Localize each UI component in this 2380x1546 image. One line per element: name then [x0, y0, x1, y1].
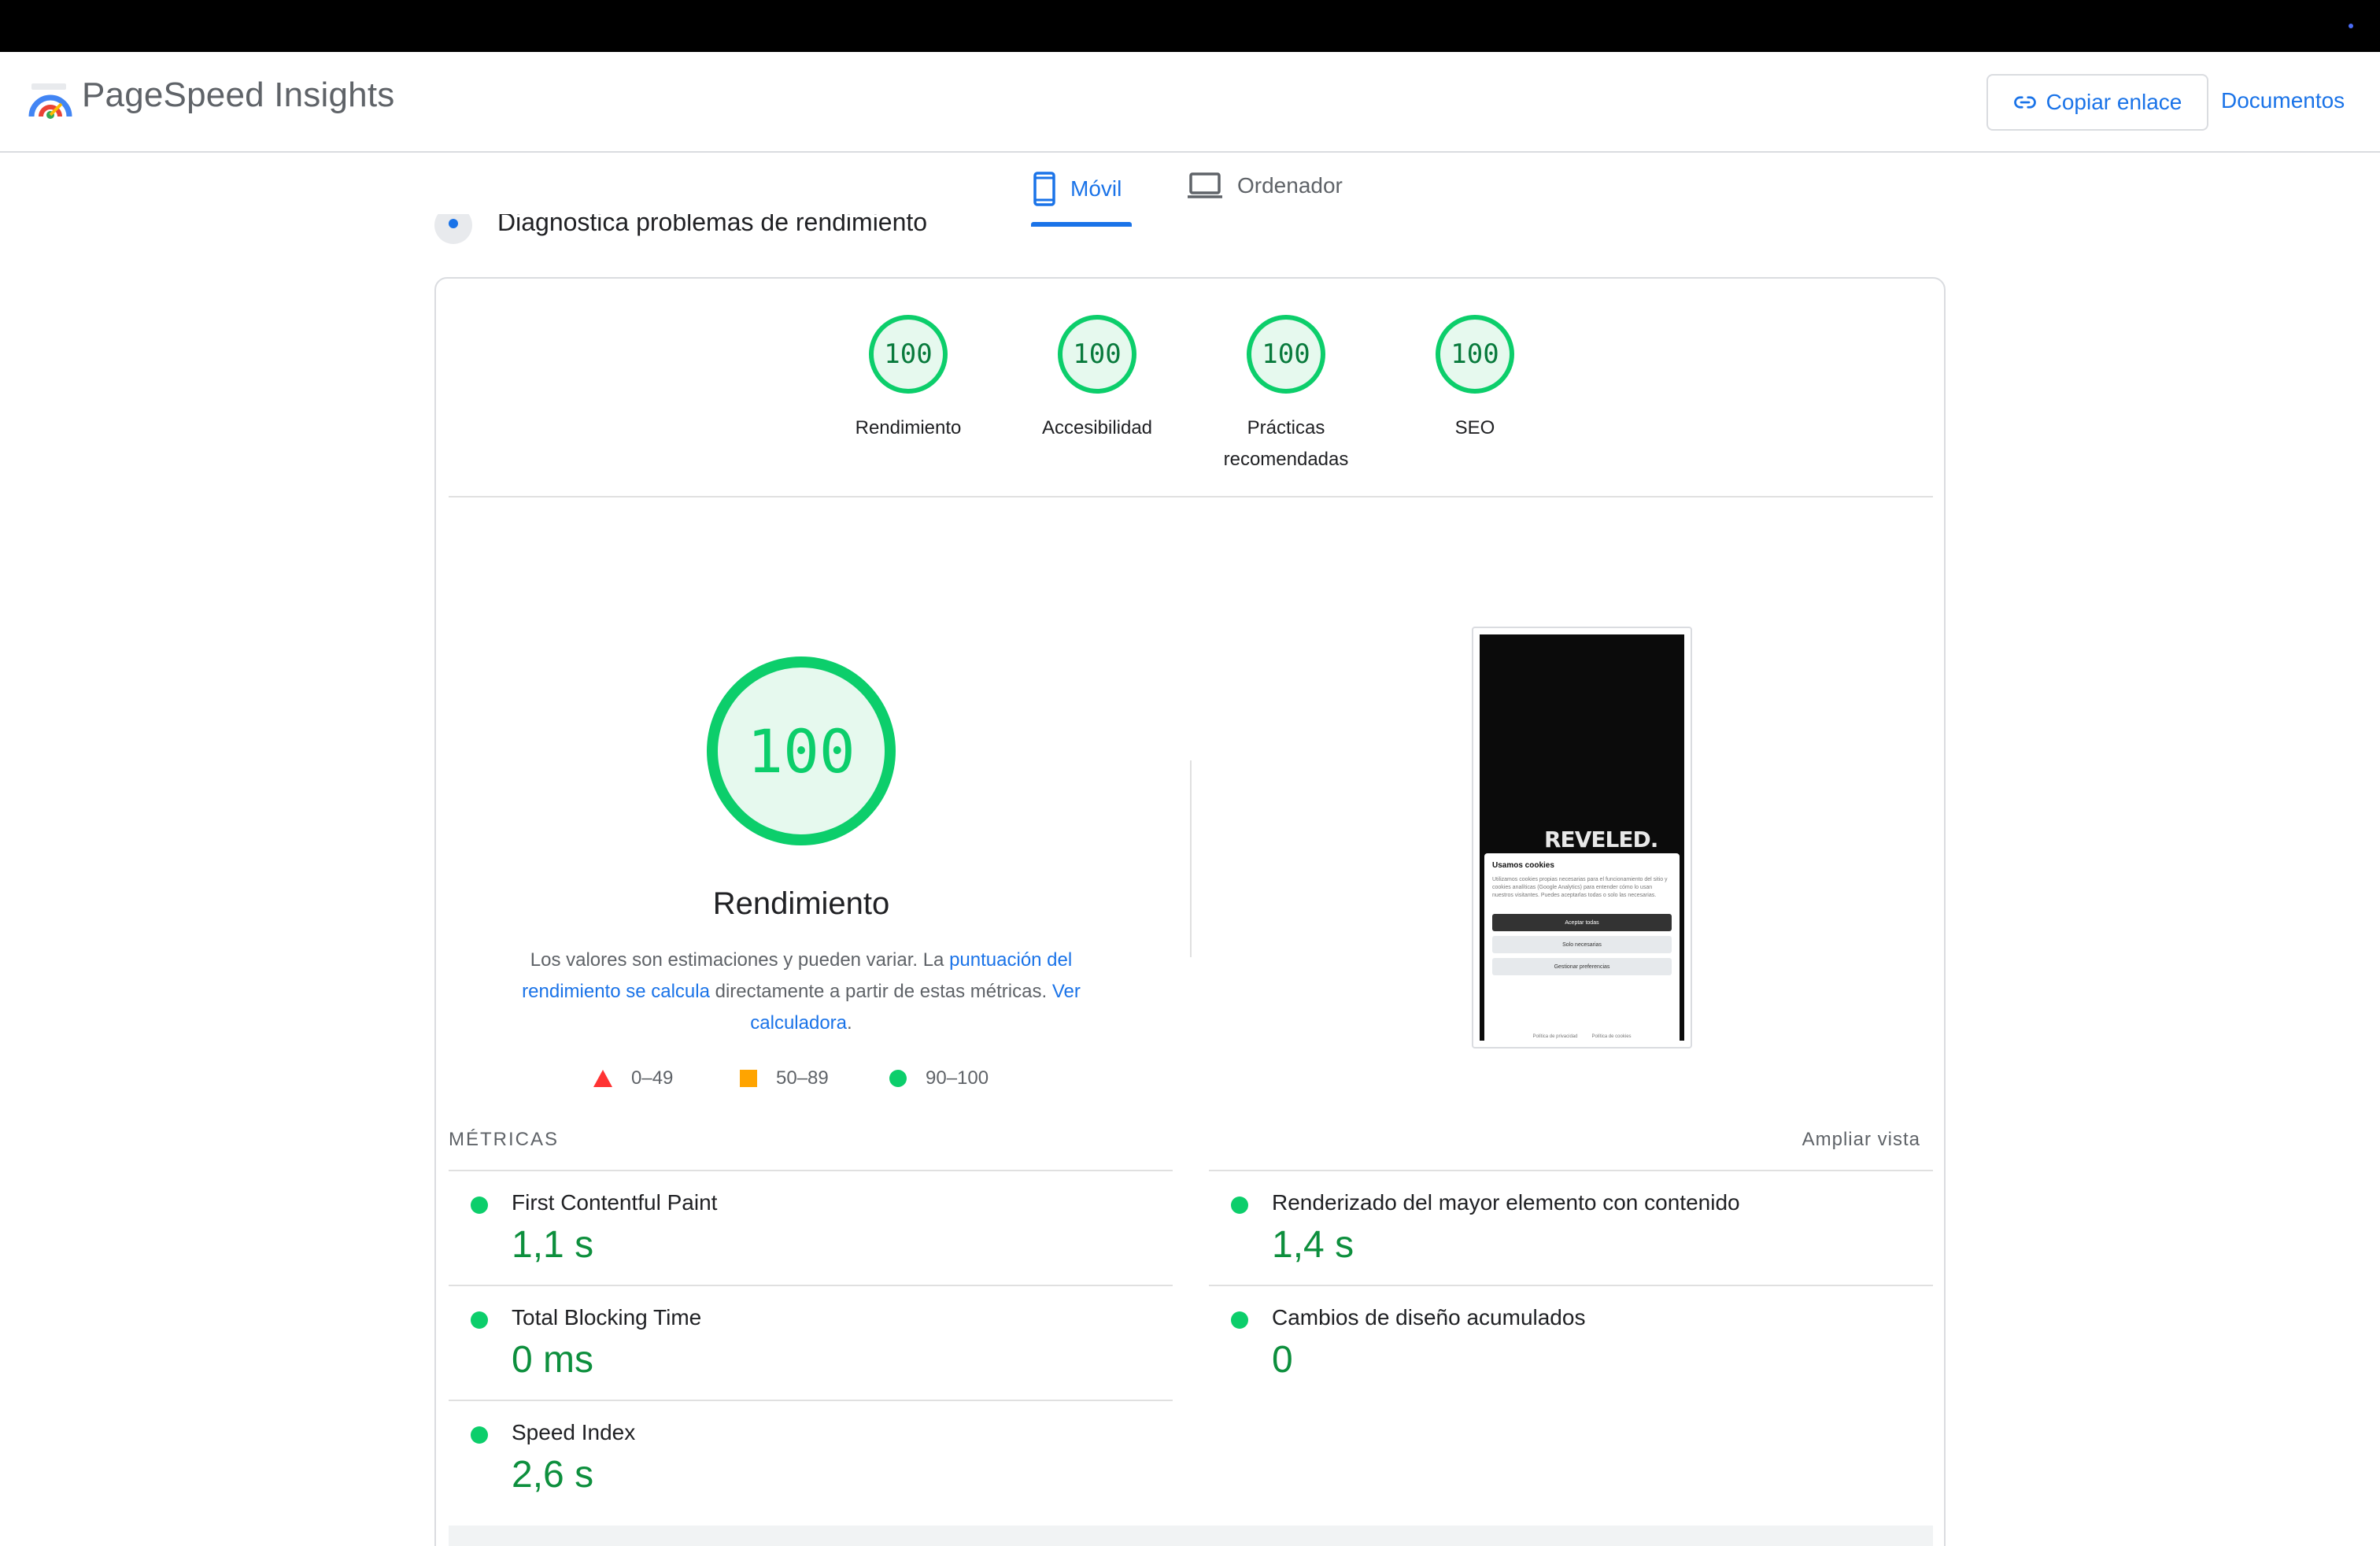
legend-fail: 0–49 [593, 1067, 673, 1089]
smartphone-icon [1033, 172, 1055, 206]
metric-value: 1,1 s [512, 1224, 594, 1266]
docs-link[interactable]: Documentos [2221, 88, 2345, 113]
active-tab-indicator [1031, 222, 1132, 227]
gauge-label-line2: recomendadas [1223, 449, 1349, 470]
pass-circle-icon [471, 1426, 488, 1444]
gauge-score: 100 [1247, 315, 1325, 394]
gauge-accessibility[interactable]: 100 Accesibilidad [1011, 315, 1184, 444]
metric-value: 0 ms [512, 1339, 594, 1381]
metric-fcp: First Contentful Paint 1,1 s [449, 1170, 1173, 1285]
final-screenshot-thumbnail[interactable]: REVELED. Usamos cookies Utilizamos cooki… [1472, 627, 1692, 1049]
square-icon [740, 1070, 757, 1087]
gauge-score: 100 [1058, 315, 1136, 394]
link-icon [2013, 96, 2036, 109]
gauge-score: 100 [869, 315, 948, 394]
expand-view-toggle[interactable]: Ampliar vista [1802, 1129, 1920, 1151]
performance-title: Rendimiento [712, 886, 890, 921]
pass-circle-icon [471, 1196, 488, 1214]
diagnose-title: Diagnostica problemas de rendimiento [497, 214, 928, 236]
score-gauges: 100 Rendimiento 100 Accesibilidad 100 Pr… [436, 315, 1944, 480]
cookie-dialog: Usamos cookies Utilizamos cookies propia… [1484, 853, 1680, 1041]
score-legend: 0–49 50–89 90–100 [593, 1067, 1066, 1099]
screenshot-screen: REVELED. Usamos cookies Utilizamos cooki… [1480, 634, 1684, 1041]
metric-value: 0 [1272, 1339, 1293, 1381]
metric-cls: Cambios de diseño acumulados 0 [1209, 1285, 1933, 1400]
gauge-label: Accesibilidad [1041, 417, 1153, 438]
metric-lcp: Renderizado del mayor elemento con conte… [1209, 1170, 1933, 1285]
cookie-dialog-title: Usamos cookies [1492, 861, 1554, 870]
circle-icon [889, 1070, 907, 1087]
performance-description: Los valores son estimaciones y pueden va… [486, 945, 1116, 1039]
status-dot [2349, 24, 2353, 28]
performance-score-gauge: 100 [707, 656, 896, 845]
accept-all-button: Aceptar todas [1492, 914, 1672, 931]
metric-name: First Contentful Paint [512, 1190, 718, 1215]
gauge-label: Rendimiento [855, 417, 962, 438]
desc-text: directamente a partir de estas métricas. [709, 981, 1052, 1002]
gauge-best-practices[interactable]: 100 Prácticas recomendadas [1199, 315, 1373, 475]
pass-circle-icon [1231, 1311, 1248, 1329]
necessary-only-button: Solo necesarias [1492, 936, 1672, 953]
gauge-seo[interactable]: 100 SEO [1388, 315, 1561, 444]
legend-pass: 90–100 [889, 1067, 989, 1089]
metric-speed-index: Speed Index 2,6 s [449, 1400, 1173, 1515]
tab-mobile-label: Móvil [1070, 176, 1122, 201]
desc-text: Los valores son estimaciones y pueden va… [530, 949, 950, 971]
device-tabs: Móvil Ordenador [0, 153, 2380, 231]
app-title: PageSpeed Insights [82, 76, 395, 114]
gauge-performance[interactable]: 100 Rendimiento [822, 315, 995, 444]
metric-name: Renderizado del mayor elemento con conte… [1272, 1190, 1740, 1215]
desc-text: . [847, 1012, 852, 1034]
vertical-divider [1190, 760, 1192, 957]
laptop-icon [1188, 172, 1222, 198]
copy-link-label: Copiar enlace [2046, 90, 2182, 114]
triangle-icon [593, 1070, 612, 1087]
metrics-column-right: Renderizado del mayor elemento con conte… [1209, 1170, 1933, 1400]
gauge-label-line1: Prácticas [1247, 417, 1325, 438]
tab-desktop-label: Ordenador [1237, 173, 1343, 198]
gauge-label: Prácticas recomendadas [1199, 412, 1373, 475]
pagespeed-logo-icon [28, 83, 72, 119]
legend-average: 50–89 [740, 1067, 829, 1089]
metrics-column-left: First Contentful Paint 1,1 s Total Block… [449, 1170, 1173, 1515]
legend-range: 50–89 [776, 1067, 829, 1089]
legend-range: 90–100 [926, 1067, 989, 1089]
privacy-policy-link: Política de privacidad [1532, 1034, 1578, 1039]
metric-name: Total Blocking Time [512, 1305, 702, 1330]
pass-circle-icon [1231, 1196, 1248, 1214]
screenshot-brand: REVELED. [1544, 827, 1658, 853]
gauge-score: 100 [1436, 315, 1514, 394]
next-section-strip [449, 1526, 1933, 1546]
diagnose-icon [434, 214, 472, 244]
pass-circle-icon [471, 1311, 488, 1329]
app-header: PageSpeed Insights Copiar enlace Documen… [0, 52, 2380, 153]
copy-link-button[interactable]: Copiar enlace [1986, 74, 2208, 131]
metric-value: 1,4 s [1272, 1224, 1354, 1266]
manage-preferences-button: Gestionar preferencias [1492, 958, 1672, 975]
gauge-label: SEO [1454, 417, 1495, 438]
section-divider [449, 496, 1933, 497]
system-top-bar [0, 0, 2380, 52]
tab-desktop[interactable]: Ordenador [1187, 172, 1343, 200]
report-card: 100 Rendimiento 100 Accesibilidad 100 Pr… [434, 277, 1946, 1546]
metric-value: 2,6 s [512, 1454, 594, 1496]
metric-name: Speed Index [512, 1420, 636, 1444]
cookie-policy-link: Política de cookies [1591, 1034, 1632, 1039]
diagnose-heading: Diagnostica problemas de rendimiento [434, 214, 985, 250]
metric-name: Cambios de diseño acumulados [1272, 1305, 1586, 1330]
metric-tbt: Total Blocking Time 0 ms [449, 1285, 1173, 1400]
legend-range: 0–49 [631, 1067, 674, 1089]
cookie-dialog-links: Política de privacidad Política de cooki… [1492, 1034, 1672, 1039]
cookie-dialog-body: Utilizamos cookies propias necesarias pa… [1492, 877, 1668, 898]
tab-mobile[interactable]: Móvil [1033, 172, 1122, 206]
metrics-title: MÉTRICAS [449, 1129, 560, 1150]
